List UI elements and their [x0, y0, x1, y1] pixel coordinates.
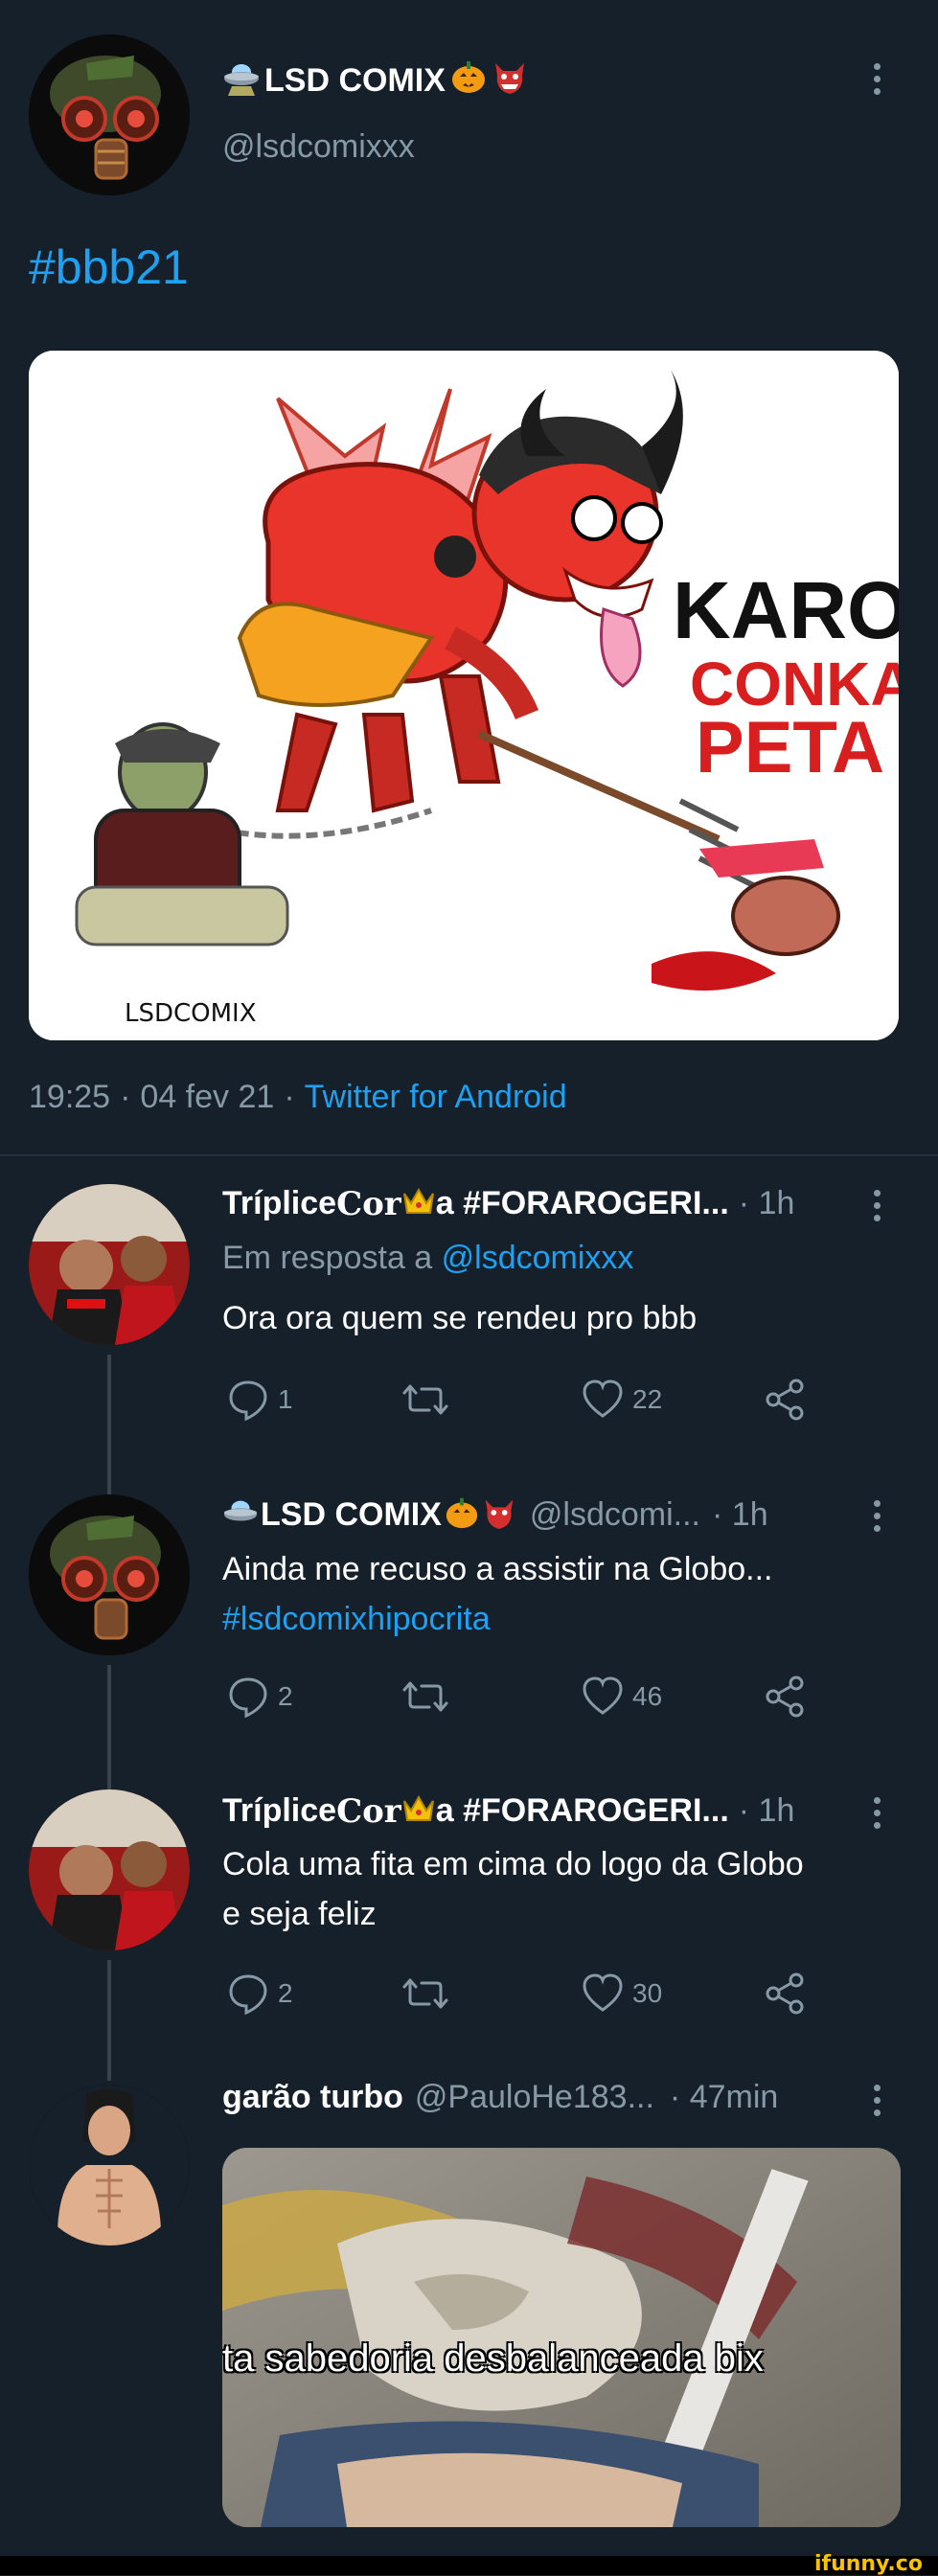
comment-icon [229, 1380, 267, 1422]
tweet-date: 04 fev 21 [140, 1079, 275, 1115]
thread-line [107, 1960, 111, 2081]
like-count: 22 [632, 1384, 663, 1414]
ufo-emoji-icon [222, 1494, 259, 1536]
reply-text: Ora ora quem se rendeu pro bbb [222, 1300, 698, 1336]
like-count: 46 [632, 1681, 663, 1711]
like-button[interactable]: 30 [581, 1972, 662, 2016]
watermark-logo: ifunny.co [814, 2552, 923, 2576]
tweet-time: 19:25 [29, 1079, 111, 1115]
watermark-bar [0, 2556, 938, 2575]
more-options-icon[interactable] [872, 1190, 881, 1221]
reply-author-name: garão turbo [222, 2079, 403, 2115]
like-button[interactable]: 46 [581, 1675, 662, 1719]
comment-icon [229, 1677, 267, 1719]
crown-emoji-icon [401, 1791, 436, 1831]
reply-author-name: LSD COMIX [261, 1496, 442, 1533]
author-avatar[interactable] [29, 34, 190, 195]
reply-author-name-part1: Tríplice [222, 1185, 337, 1221]
thread-line [107, 1665, 111, 1790]
share-icon [766, 1972, 804, 2015]
reply-author-name-part2: Cor [336, 1184, 401, 1223]
reply-avatar[interactable] [29, 1494, 190, 1655]
like-button[interactable]: 22 [581, 1378, 662, 1422]
reply-header[interactable]: garão turbo @PauloHe183... · 47min [222, 2079, 778, 2116]
reply-text-line2: e seja feliz [222, 1896, 377, 1932]
thread-line [107, 1355, 111, 1479]
pumpkin-emoji-icon [449, 57, 488, 104]
image-title-1: KAROL [673, 565, 899, 655]
heart-icon [583, 1973, 623, 2012]
like-count: 30 [632, 1978, 663, 2008]
retweet-button[interactable] [400, 1972, 450, 2016]
retweet-icon [402, 1681, 448, 1712]
crown-emoji-icon [401, 1184, 436, 1223]
reply-author-name-part3: a #FORAROGERI... [435, 1792, 729, 1829]
retweet-icon [402, 1384, 448, 1415]
author-name: LSD COMIX [264, 62, 446, 99]
reply-author-handle: @lsdcomi... [529, 1496, 701, 1533]
reply-count: 1 [278, 1384, 293, 1414]
reply-button[interactable]: 1 [226, 1378, 293, 1422]
reply-prefix: Em resposta a [222, 1240, 433, 1276]
share-button[interactable] [763, 1378, 807, 1422]
reply-avatar[interactable] [29, 1184, 190, 1345]
image-signature: LSDCOMIX [125, 999, 257, 1028]
ufo-emoji-icon [222, 57, 261, 104]
share-button[interactable] [763, 1675, 807, 1719]
tweet-meta: 19:25 · 04 fev 21 · Twitter for Android [29, 1079, 567, 1116]
pumpkin-emoji-icon [444, 1494, 480, 1536]
reply-avatar[interactable] [29, 2085, 190, 2245]
reply-time: · 47min [669, 2079, 779, 2115]
thread-line [107, 1479, 111, 1494]
retweet-button[interactable] [400, 1675, 450, 1719]
reply-text: Ainda me recuso a assistir na Globo... [222, 1551, 773, 1587]
divider [0, 1154, 938, 1156]
reply-avatar[interactable] [29, 1790, 190, 1950]
retweet-icon [402, 1978, 448, 2009]
meta-separator: · [284, 1079, 295, 1115]
retweet-button[interactable] [400, 1378, 450, 1422]
reply-header[interactable]: Tríplice Cor a #FORAROGERI... · 1h [222, 1791, 794, 1831]
reply-to-handle[interactable]: @lsdcomixxx [442, 1240, 634, 1276]
author-name-row[interactable]: LSD COMIX [222, 57, 528, 104]
reply-button[interactable]: 2 [226, 1675, 293, 1719]
share-button[interactable] [763, 1972, 807, 2016]
reply-author-handle: @PauloHe183... [414, 2079, 654, 2115]
tweet-hashtag[interactable]: #bbb21 [29, 239, 189, 295]
reply-media[interactable]: ta sabedoria desbalanceada bix [222, 2148, 901, 2527]
reply-button[interactable]: 2 [226, 1972, 293, 2016]
share-icon [766, 1379, 804, 1421]
reply-author-name-part2: Cor [336, 1791, 401, 1831]
author-handle[interactable]: @lsdcomixxx [222, 128, 415, 166]
tweet-media-image[interactable]: KAROL CONKA PETA LSDCOMIX [29, 351, 899, 1040]
more-options-icon[interactable] [872, 63, 881, 95]
ogre-emoji-icon [482, 1494, 516, 1536]
comment-icon [229, 1974, 267, 2016]
reply-time: · 1h [712, 1496, 768, 1533]
meta-separator: · [120, 1079, 131, 1115]
reply-time: · 1h [738, 1185, 795, 1221]
more-options-icon[interactable] [872, 2085, 881, 2116]
more-options-icon[interactable] [872, 1797, 881, 1829]
reply-context: Em resposta a @lsdcomixxx [222, 1240, 633, 1277]
heart-icon [583, 1379, 623, 1418]
more-options-icon[interactable] [872, 1500, 881, 1532]
reply-header[interactable]: LSD COMIX @lsdcomi... · 1h [222, 1494, 768, 1536]
reply-count: 2 [278, 1681, 293, 1711]
image-title-3: PETA [696, 707, 884, 788]
reply-author-name-part1: Tríplice [222, 1792, 337, 1829]
reply-header[interactable]: Tríplice Cor a #FORAROGERI... · 1h [222, 1184, 794, 1223]
reply-hashtag[interactable]: #lsdcomixhipocrita [222, 1594, 491, 1644]
heart-icon [583, 1676, 623, 1715]
meme-caption: ta sabedoria desbalanceada bix [222, 2337, 764, 2380]
reply-author-name-part3: a #FORAROGERI... [435, 1185, 729, 1221]
reply-time: · 1h [738, 1792, 795, 1829]
reply-text-line1: Cola uma fita em cima do logo da Globo [222, 1846, 804, 1882]
ogre-emoji-icon [492, 57, 528, 104]
reply-count: 2 [278, 1978, 293, 2008]
devil-cartoon-illustration: KAROL CONKA PETA LSDCOMIX [29, 351, 899, 1040]
share-icon [766, 1676, 804, 1718]
tweet-source[interactable]: Twitter for Android [305, 1079, 567, 1116]
